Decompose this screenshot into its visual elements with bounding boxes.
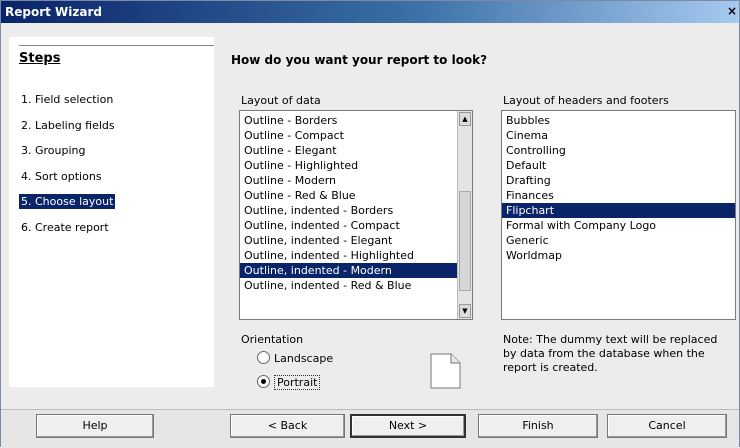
step-grouping[interactable]: 3. Grouping xyxy=(19,143,88,158)
layout-of-data-item[interactable]: Outline, indented - Highlighted xyxy=(240,248,472,263)
steps-panel: Steps 1. Field selection 2. Labeling fie… xyxy=(9,37,214,387)
layout-of-data-item[interactable]: Outline, indented - Borders xyxy=(240,203,472,218)
layout-of-data-label: Layout of data xyxy=(241,94,321,107)
layout-of-data-item[interactable]: Outline - Compact xyxy=(240,128,472,143)
layout-of-data-item[interactable]: Outline, indented - Modern xyxy=(240,263,472,278)
header-footer-layout-item[interactable]: Worldmap xyxy=(502,248,735,263)
page-portrait-icon xyxy=(430,353,461,389)
layout-of-data-item[interactable]: Outline - Highlighted xyxy=(240,158,472,173)
step-labeling-fields[interactable]: 2. Labeling fields xyxy=(19,118,117,133)
back-button[interactable]: < Back xyxy=(230,414,345,438)
step-sort-options[interactable]: 4. Sort options xyxy=(19,169,104,184)
scroll-down-arrow-icon[interactable]: ▼ xyxy=(459,304,471,318)
steps-rule xyxy=(19,45,214,46)
layout-of-data-item[interactable]: Outline - Elegant xyxy=(240,143,472,158)
portrait-radio-dot[interactable] xyxy=(257,375,270,388)
window-title: Report Wizard xyxy=(5,5,102,19)
header-footer-layout-item[interactable]: Bubbles xyxy=(502,113,735,128)
layout-of-data-item[interactable]: Outline - Borders xyxy=(240,113,472,128)
portrait-label: Portrait xyxy=(274,375,321,390)
layout-of-data-item[interactable]: Outline, indented - Compact xyxy=(240,218,472,233)
layout-headers-footers-listbox[interactable]: Bubbles Cinema Controlling Default Drafting F… xyxy=(501,110,736,320)
step-choose-layout[interactable]: 5. Choose layout xyxy=(19,194,116,209)
layout-of-data-item[interactable]: Outline, indented - Elegant xyxy=(240,233,472,248)
dummy-text-note: Note: The dummy text will be replaced by… xyxy=(503,333,718,374)
orientation-label: Orientation xyxy=(241,333,304,346)
title-bar[interactable]: Report Wizard × xyxy=(1,1,739,23)
header-footer-layout-item[interactable]: Default xyxy=(502,158,735,173)
layout-headers-footers-label: Layout of headers and footers xyxy=(503,94,669,107)
header-footer-layout-item[interactable]: Generic xyxy=(502,233,735,248)
layout-list-scrollbar[interactable]: ▲ ▼ xyxy=(457,111,472,319)
report-wizard-window: Report Wizard × Steps 1. Field selection… xyxy=(0,0,740,448)
layout-of-data-item[interactable]: Outline - Modern xyxy=(240,173,472,188)
header-footer-layout-item[interactable]: Drafting xyxy=(502,173,735,188)
close-icon[interactable]: × xyxy=(727,4,737,18)
header-footer-layout-item[interactable]: Flipchart xyxy=(502,203,735,218)
step-create-report[interactable]: 6. Create report xyxy=(19,220,111,235)
next-button[interactable]: Next > xyxy=(350,414,466,438)
scroll-thumb[interactable] xyxy=(459,191,471,291)
portrait-radio[interactable]: Portrait xyxy=(257,375,321,390)
header-footer-layout-item[interactable]: Controlling xyxy=(502,143,735,158)
layout-of-data-item[interactable]: Outline, indented - Red & Blue xyxy=(240,278,472,293)
layout-of-data-listbox[interactable]: Outline - Borders Outline - Compact Outlin… xyxy=(239,110,473,320)
steps-heading: Steps xyxy=(19,51,61,66)
help-button[interactable]: Help xyxy=(36,414,154,438)
header-footer-layout-item[interactable]: Cinema xyxy=(502,128,735,143)
header-footer-layout-item[interactable]: Finances xyxy=(502,188,735,203)
step-field-selection[interactable]: 1. Field selection xyxy=(19,92,115,107)
layout-of-data-item[interactable]: Outline - Red & Blue xyxy=(240,188,472,203)
header-footer-layout-item[interactable]: Formal with Company Logo xyxy=(502,218,735,233)
landscape-label: Landscape xyxy=(274,352,334,365)
scroll-up-arrow-icon[interactable]: ▲ xyxy=(459,112,471,126)
finish-button[interactable]: Finish xyxy=(478,414,598,438)
landscape-radio[interactable]: Landscape xyxy=(257,351,333,365)
cancel-button[interactable]: Cancel xyxy=(607,414,727,438)
landscape-radio-dot[interactable] xyxy=(257,351,270,364)
page-question: How do you want your report to look? xyxy=(231,53,488,67)
